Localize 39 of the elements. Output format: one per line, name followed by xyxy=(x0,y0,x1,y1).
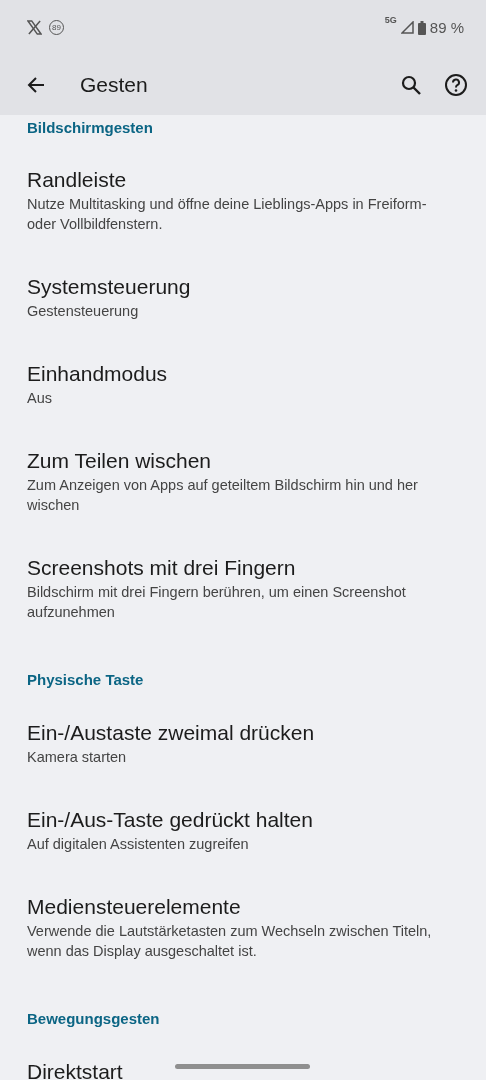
item-subtitle: Nutze Multitasking und öffne deine Lieblings-Apps in Freiform- oder Vollbildfenstern. xyxy=(27,195,428,234)
page-title: Gesten xyxy=(80,73,148,97)
settings-item[interactable]: Ein-/Austaste zweimal drücken Kamera starten xyxy=(0,700,486,787)
section-header: Physische Taste xyxy=(26,670,145,690)
item-title: Systemsteuerung xyxy=(27,274,191,300)
settings-item[interactable]: Zum Teilen wischen Zum Anzeigen von Apps auf geteiltem Bildschirm hin und her wischen xyxy=(0,428,486,535)
item-title: Ein-/Austaste zweimal drücken xyxy=(27,720,315,746)
battery-icon xyxy=(417,20,426,35)
section-header: Bewegungsgesten xyxy=(26,1009,161,1029)
x-logo-icon xyxy=(27,20,42,35)
search-icon xyxy=(400,74,422,96)
settings-item[interactable]: Einhandmodus Aus xyxy=(0,341,486,428)
item-title: Ein-/Aus-Taste gedrückt halten xyxy=(27,807,313,833)
item-title: Randleiste xyxy=(27,167,127,193)
item-subtitle: Auf digitalen Assistenten zugreifen xyxy=(27,835,250,854)
settings-item[interactable]: Mediensteuerelemente Verwende die Lautstärketasten zum Wechseln zwischen Titeln, wenn das Display ausgeschaltet ist. xyxy=(0,874,486,981)
item-subtitle: Aus xyxy=(27,389,53,408)
item-title: Mediensteuerelemente xyxy=(27,894,241,920)
item-title: Screenshots mit drei Fingern xyxy=(27,555,296,581)
gesture-handle[interactable] xyxy=(175,1064,310,1069)
item-title: Direktstart xyxy=(27,1059,123,1080)
section-header: Bildschirmgesten xyxy=(26,118,154,138)
item-subtitle: Kamera starten xyxy=(27,748,128,767)
settings-item[interactable]: Ein-/Aus-Taste gedrückt halten Auf digitalen Assistenten zugreifen xyxy=(0,787,486,874)
item-subtitle: Zum Anzeigen von Apps auf geteiltem Bildschirm hin und her wischen xyxy=(27,476,419,515)
item-subtitle: Gestensteuerung xyxy=(27,302,140,321)
item-subtitle: Verwende die Lautstärketasten zum Wechseln zwischen Titeln, wenn das Display ausgeschaltet ist. xyxy=(27,922,433,961)
help-icon xyxy=(444,73,468,97)
network-label: 5G xyxy=(384,15,397,25)
settings-item[interactable]: Randleiste Nutze Multitasking und öffne deine Lieblings-Apps in Freiform- oder Vollbildfenstern. xyxy=(0,147,486,254)
item-subtitle: Bildschirm mit drei Fingern berühren, um einen Screenshot aufzunehmen xyxy=(27,583,407,622)
item-title: Zum Teilen wischen xyxy=(27,448,212,474)
signal-icon xyxy=(400,21,414,34)
back-arrow-icon xyxy=(26,75,46,95)
battery-level: 89 % xyxy=(429,19,464,36)
settings-item[interactable]: Systemsteuerung Gestensteuerung xyxy=(0,254,486,341)
item-title: Einhandmodus xyxy=(27,361,168,387)
settings-item[interactable]: Direktstart xyxy=(0,1039,486,1080)
settings-item[interactable]: Screenshots mit drei Fingern Bildschirm mit drei Fingern berühren, um einen Screenshot aufzunehmen xyxy=(0,535,486,642)
